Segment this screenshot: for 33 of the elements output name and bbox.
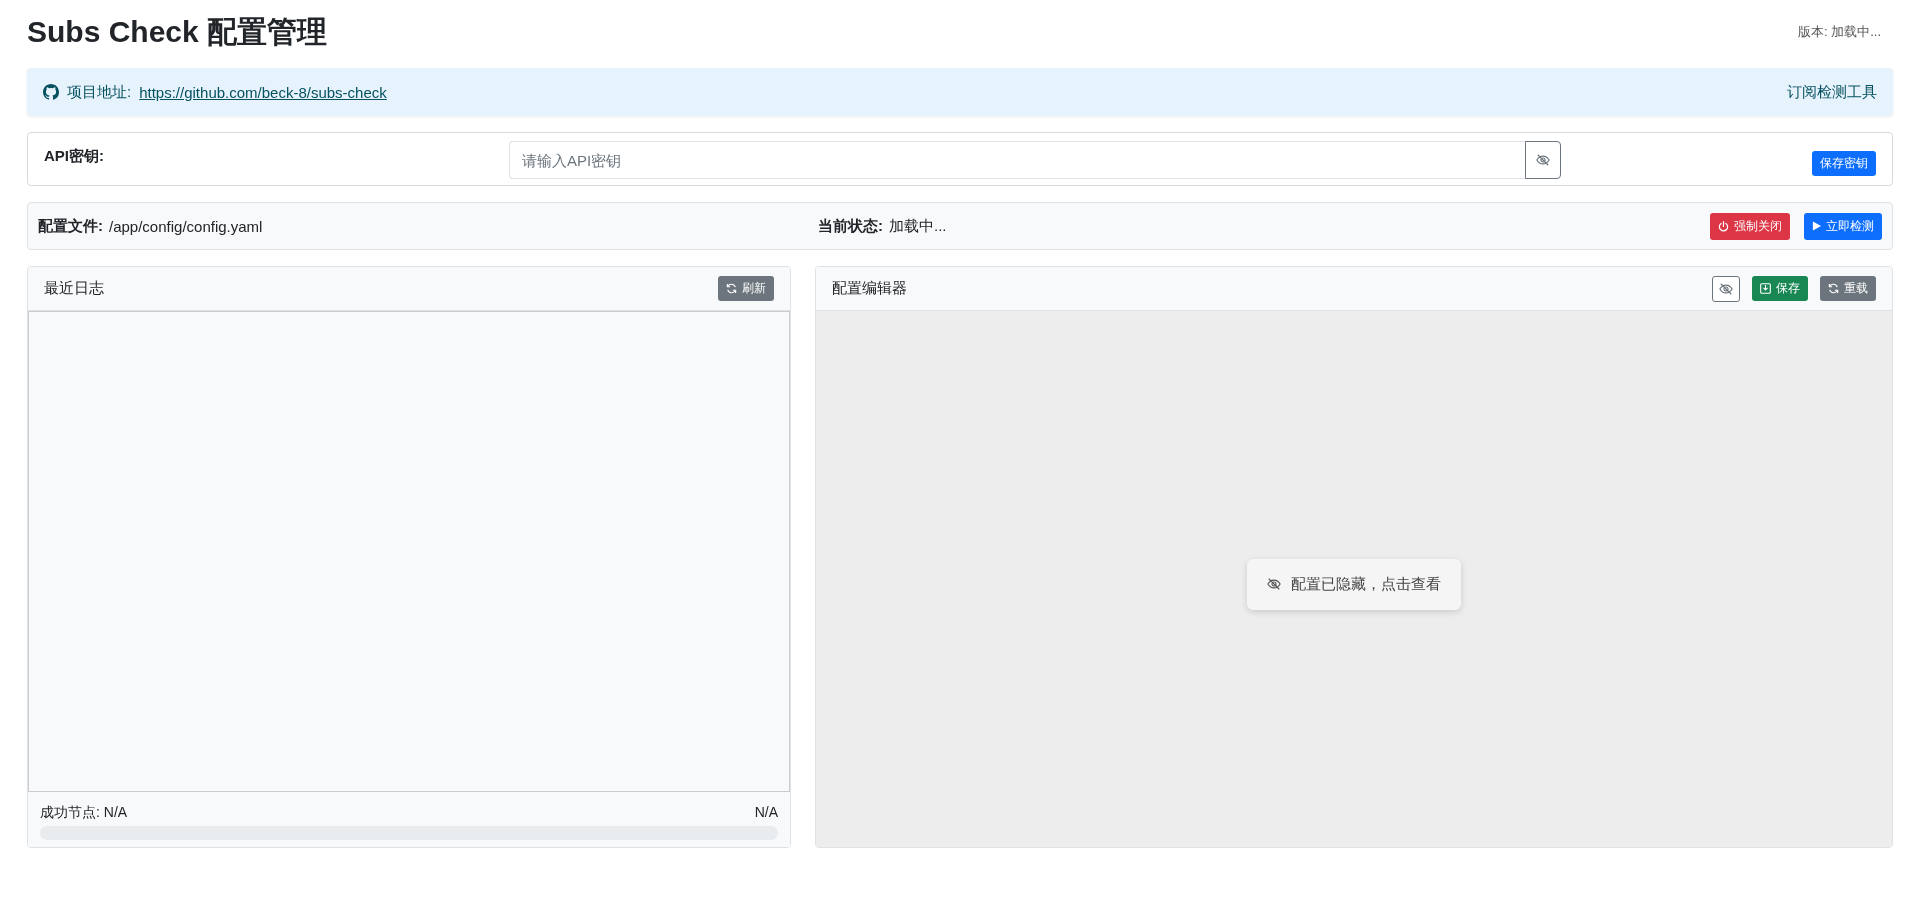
- config-path-text: /app/config/config.yaml: [109, 217, 263, 235]
- status-label: 当前状态:: [818, 216, 883, 236]
- play-icon: [1812, 221, 1821, 231]
- force-close-button[interactable]: 强制关闭: [1710, 212, 1790, 240]
- reload-button[interactable]: 重载: [1820, 276, 1876, 301]
- run-check-button[interactable]: 立即检测: [1804, 212, 1882, 240]
- toggle-visibility-button[interactable]: [1712, 275, 1740, 302]
- refresh-icon: [1828, 283, 1839, 294]
- version-text: 版本: 加载中...: [1797, 23, 1881, 41]
- page-title: Subs Check 配置管理: [27, 13, 328, 50]
- refresh-icon: [726, 283, 737, 294]
- eye-slash-icon: [1719, 281, 1733, 296]
- eye-slash-icon: [1267, 577, 1281, 591]
- config-file-label: 配置文件:: [38, 216, 103, 236]
- api-key-label: API密钥:: [44, 146, 105, 166]
- project-label: 项目地址:: [67, 82, 132, 102]
- panel-title: 最近日志: [44, 279, 104, 298]
- success-nodes-text: 成功节点: N/A: [40, 804, 128, 822]
- progress-text: N/A: [754, 804, 778, 822]
- eye-slash-icon: [1536, 153, 1550, 167]
- save-button[interactable]: 保存: [1752, 276, 1808, 301]
- panel-title: 配置编辑器: [832, 279, 907, 298]
- show-config-button[interactable]: 配置已隐藏，点击查看: [1247, 558, 1461, 610]
- tagline-text: 订阅检测工具: [1787, 82, 1877, 102]
- power-icon: [1718, 220, 1729, 232]
- save-icon: [1760, 283, 1771, 294]
- save-key-button[interactable]: 保存密钥: [1812, 151, 1876, 176]
- project-link[interactable]: https://github.com/beck-8/subs-check: [139, 83, 387, 101]
- refresh-button[interactable]: 刷新: [718, 276, 774, 301]
- toggle-visibility-button[interactable]: [1525, 141, 1561, 179]
- status-text: 加载中...: [889, 216, 947, 236]
- api-key-input[interactable]: 请输入API密钥: [509, 141, 1525, 179]
- github-icon: [43, 84, 59, 100]
